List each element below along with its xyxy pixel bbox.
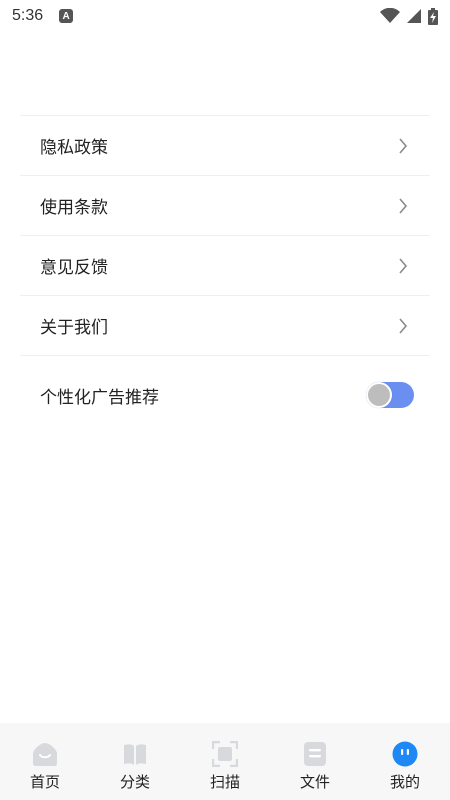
settings-list: 隐私政策 使用条款 意见反馈 关于我们 个性化广告推荐 [20,115,430,434]
tab-category[interactable]: 分类 [90,723,180,800]
settings-screen: 5:36 A 隐私政策 使用条款 意见反馈 关于我们 个性化广告推荐 首页 分类… [0,0,450,800]
about-us-row[interactable]: 关于我们 [20,296,430,356]
nav-label: 首页 [29,773,60,791]
notification-icon: A [59,9,74,23]
status-bar: 5:36 A [0,0,450,32]
terms-of-use-row[interactable]: 使用条款 [20,176,430,236]
scan-icon [212,741,238,767]
chevron-right-icon [399,137,408,154]
chevron-right-icon [399,317,408,334]
file-icon [304,742,326,766]
battery-charging-icon [428,7,438,25]
status-icons [380,7,438,25]
toggle-knob [366,382,392,408]
privacy-policy-row[interactable]: 隐私政策 [20,116,430,176]
feedback-row[interactable]: 意见反馈 [20,236,430,296]
personalized-ads-row: 个性化广告推荐 [20,356,430,434]
bottom-nav: 首页 分类 扫描 文件 我的 [0,723,450,800]
home-icon [33,743,57,766]
nav-label: 我的 [389,773,420,791]
tab-profile[interactable]: 我的 [360,723,450,800]
row-label: 隐私政策 [40,138,108,158]
row-label: 个性化广告推荐 [40,387,159,408]
wifi-icon [380,8,400,23]
tab-home[interactable]: 首页 [0,723,90,800]
book-icon [124,744,146,765]
nav-label: 扫描 [209,773,240,791]
chevron-right-icon [399,197,408,214]
chevron-right-icon [399,257,408,274]
status-time: 5:36 [12,7,44,24]
row-label: 意见反馈 [40,258,108,278]
tab-scan[interactable]: 扫描 [180,723,270,800]
tab-file[interactable]: 文件 [270,723,360,800]
profile-icon [392,741,418,767]
personalized-ads-toggle[interactable] [366,382,414,408]
nav-label: 分类 [119,773,150,791]
row-label: 关于我们 [40,318,108,338]
nav-label: 文件 [299,773,330,791]
row-label: 使用条款 [40,198,108,218]
signal-icon [407,9,421,23]
